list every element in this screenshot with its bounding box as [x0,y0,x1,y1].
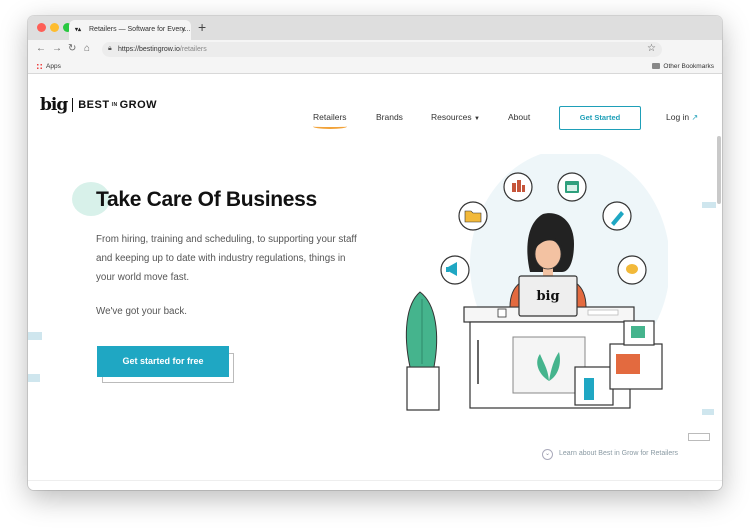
chevron-down-circle-icon: ⌄ [542,449,553,460]
chat-bubble-icon [617,255,647,285]
pencil-bubble-icon [602,201,632,231]
other-bookmarks-label: Other Bookmarks [663,63,714,70]
logo-word-best: BEST [78,99,110,111]
folder-bubble-icon [458,201,488,231]
apps-grid-icon [36,63,43,70]
hero-illustration: big [405,154,668,411]
page-viewport: big BEST IN GROW Retailers Brands Resour… [28,74,722,490]
minimize-window-button[interactable] [50,23,59,32]
browser-window: ▾▴ Retailers — Software for Every... × +… [28,16,722,490]
browser-toolbar: ← → ↻ ⌂ 🔒︎ https://bestingrow.io/retaile… [28,40,722,60]
decor-bar [28,374,40,382]
laptop: big [518,275,578,317]
bookmarks-bar: Apps Other Bookmarks [28,60,722,74]
tab-close-icon[interactable]: × [181,24,186,34]
forward-icon[interactable]: → [52,43,62,54]
other-bookmarks[interactable]: Other Bookmarks [652,63,714,70]
page-scrollbar[interactable] [717,136,721,204]
section-divider [28,480,722,481]
inventory-bubble-icon [503,172,533,202]
tab-title: Retailers — Software for Every... [89,26,191,33]
get-started-free-button[interactable]: Get started for free [97,346,229,377]
favicon-icon: ▾▴ [75,27,82,33]
get-started-button[interactable]: Get Started [559,106,641,130]
learn-more-label: Learn about Best in Grow for Retailers [559,450,679,457]
nav-brands[interactable]: Brands [376,112,403,122]
decor-box [688,433,710,441]
tab-bar: ▾▴ Retailers — Software for Every... × + [28,16,722,40]
new-tab-button[interactable]: + [198,19,206,35]
laptop-logo-label: big [536,289,559,304]
close-window-button[interactable] [37,23,46,32]
hero-headline: Take Care Of Business [96,188,317,211]
apps-label: Apps [46,63,61,71]
site-logo[interactable]: big BEST IN GROW [40,95,157,115]
logo-mark: big [40,95,68,115]
logo-separator [72,98,74,112]
url-path: /retailers [179,46,207,53]
reload-icon[interactable]: ↻ [68,43,76,54]
decor-bar [702,202,716,208]
nav-resources-label: Resources [431,112,472,122]
hero-paragraph: From hiring, training and scheduling, to… [96,234,357,283]
arrow-up-right-icon: ↗ [691,113,699,122]
apps-bookmark[interactable]: Apps [36,63,61,70]
lock-icon: 🔒︎ [108,45,112,52]
login-link[interactable]: Log in ↗ [666,112,698,122]
folder-icon [652,63,661,70]
logo-word-grow: GROW [119,99,158,111]
nav-retailers[interactable]: Retailers [313,112,347,129]
browser-tab[interactable]: ▾▴ Retailers — Software for Every... × [69,20,191,40]
decor-bar [28,332,42,340]
nav-about[interactable]: About [508,112,530,122]
nav-resources[interactable]: Resources ▼ [431,112,480,122]
calendar-bubble-icon [557,172,587,202]
chevron-down-icon: ▼ [474,116,480,122]
decor-bar [702,409,714,415]
url-host: https://bestingrow.io [118,46,180,53]
learn-more-link[interactable]: ⌄ Learn about Best in Grow for Retailers [542,449,678,460]
logo-word-in: IN [111,102,118,108]
home-icon[interactable]: ⌂ [84,43,90,54]
hero-tagline: We've got your back. [96,306,187,317]
megaphone-bubble-icon [440,255,470,285]
address-bar[interactable]: 🔒︎ https://bestingrow.io/retailers [102,42,662,57]
back-icon[interactable]: ← [36,43,46,54]
star-icon[interactable]: ☆ [647,43,656,54]
login-label: Log in [666,112,690,122]
cactus-plant [405,291,440,411]
